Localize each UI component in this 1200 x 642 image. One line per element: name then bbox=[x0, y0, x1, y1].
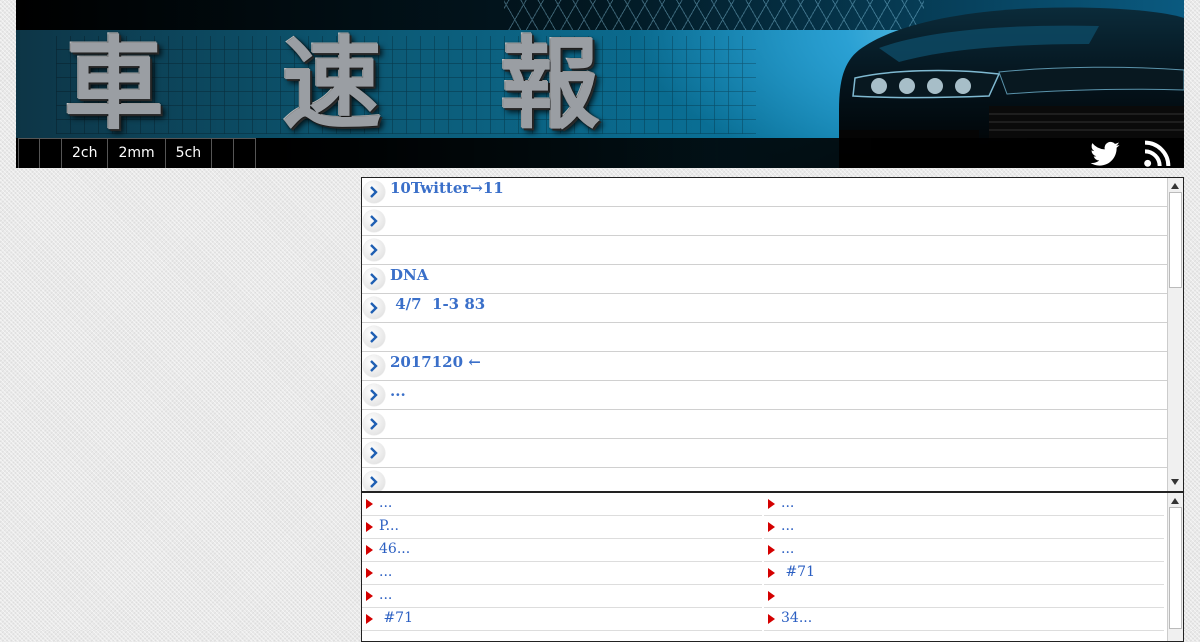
news-item[interactable] bbox=[362, 236, 1168, 265]
red-triangle-icon bbox=[768, 568, 775, 578]
link-item[interactable] bbox=[764, 585, 1164, 608]
red-triangle-icon bbox=[366, 568, 373, 578]
chevron-right-icon bbox=[363, 384, 385, 406]
links-grid: ... ... P... ... 46... ... ... #71 ... #… bbox=[362, 493, 1168, 631]
news-item[interactable] bbox=[362, 439, 1168, 468]
link-text[interactable]: ... bbox=[781, 518, 794, 534]
red-triangle-icon bbox=[768, 614, 775, 624]
nav-tab-2[interactable] bbox=[40, 139, 62, 168]
link-item[interactable]: 46... bbox=[362, 539, 762, 562]
news-item[interactable] bbox=[362, 468, 1168, 491]
red-triangle-icon bbox=[366, 614, 373, 624]
news-item[interactable]: 2017120 ← bbox=[362, 352, 1168, 381]
link-item[interactable]: ... bbox=[362, 493, 762, 516]
chevron-right-icon bbox=[363, 413, 385, 435]
links-row: 46... ... bbox=[362, 539, 1168, 562]
red-triangle-icon bbox=[768, 545, 775, 555]
red-triangle-icon bbox=[366, 545, 373, 555]
link-text[interactable]: ... bbox=[781, 541, 794, 557]
red-triangle-icon bbox=[366, 522, 373, 532]
scroll-thumb[interactable] bbox=[1169, 192, 1182, 288]
scroll-down-arrow-icon[interactable] bbox=[1171, 479, 1179, 485]
nav-tab-2ch[interactable]: 2ch bbox=[62, 139, 109, 168]
site-banner[interactable]: 車速報 2ch 2mm 5ch bbox=[16, 0, 1184, 168]
link-item[interactable]: ... bbox=[362, 585, 762, 608]
red-triangle-icon bbox=[366, 499, 373, 509]
news-item[interactable] bbox=[362, 410, 1168, 439]
twitter-icon[interactable] bbox=[1088, 138, 1122, 170]
nav-tabs: 2ch 2mm 5ch bbox=[18, 138, 257, 168]
link-item[interactable]: #71 bbox=[764, 562, 1164, 585]
news-item[interactable] bbox=[362, 323, 1168, 352]
nav-tab-1[interactable] bbox=[18, 139, 40, 168]
news-title[interactable]: 2017120 ← bbox=[390, 352, 481, 373]
chevron-right-icon bbox=[363, 297, 385, 319]
link-text[interactable]: P... bbox=[379, 518, 399, 534]
nav-bar: 2ch 2mm 5ch bbox=[16, 138, 1184, 168]
link-item[interactable]: #71 bbox=[362, 608, 762, 631]
red-triangle-icon bbox=[768, 591, 775, 601]
scroll-up-arrow-icon[interactable] bbox=[1171, 498, 1179, 504]
link-item[interactable]: P... bbox=[362, 516, 762, 539]
chevron-right-icon bbox=[363, 210, 385, 232]
scroll-thumb[interactable] bbox=[1169, 507, 1182, 629]
chevron-right-icon bbox=[363, 268, 385, 290]
scroll-up-arrow-icon[interactable] bbox=[1171, 183, 1179, 189]
link-text[interactable]: 34... bbox=[781, 610, 812, 626]
red-triangle-icon bbox=[768, 499, 775, 509]
link-text[interactable]: #71 bbox=[379, 610, 413, 626]
news-item[interactable]: DNA bbox=[362, 265, 1168, 294]
chevron-right-icon bbox=[363, 326, 385, 348]
link-text[interactable]: ... bbox=[379, 564, 392, 580]
news-item[interactable]: ... bbox=[362, 381, 1168, 410]
news-item[interactable]: 4/7 1-3 83 bbox=[362, 294, 1168, 323]
news-title[interactable]: 10Twitter→11 bbox=[390, 178, 504, 199]
link-item[interactable]: ... bbox=[764, 539, 1164, 562]
news-title[interactable]: DNA bbox=[390, 265, 428, 286]
links-row: #71 34... bbox=[362, 608, 1168, 631]
rss-icon[interactable] bbox=[1140, 138, 1174, 170]
nav-tab-6[interactable] bbox=[212, 139, 235, 168]
links-row: ... bbox=[362, 585, 1168, 608]
news-item[interactable]: 10Twitter→11 bbox=[362, 178, 1168, 207]
news-scrollbar[interactable] bbox=[1167, 178, 1183, 491]
chevron-right-icon bbox=[363, 239, 385, 261]
link-item[interactable]: ... bbox=[764, 516, 1164, 539]
link-text[interactable]: #71 bbox=[781, 564, 815, 580]
nav-tab-7[interactable] bbox=[234, 139, 257, 168]
news-list-panel[interactable]: 10Twitter→11 DNA 4/7 1-3 83 2017120 ← ..… bbox=[361, 177, 1184, 492]
nav-tab-5ch[interactable]: 5ch bbox=[166, 139, 213, 168]
related-links-panel[interactable]: ... ... P... ... 46... ... ... #71 ... #… bbox=[361, 492, 1184, 642]
news-item[interactable] bbox=[362, 207, 1168, 236]
link-item[interactable]: ... bbox=[764, 493, 1164, 516]
news-title[interactable]: 4/7 1-3 83 bbox=[390, 294, 485, 315]
site-logo[interactable]: 車速報 bbox=[64, 34, 764, 134]
chevron-right-icon bbox=[363, 442, 385, 464]
links-scrollbar[interactable] bbox=[1167, 493, 1183, 641]
nav-tab-2mm[interactable]: 2mm bbox=[108, 139, 166, 168]
link-text[interactable]: ... bbox=[379, 587, 392, 603]
chevron-right-icon bbox=[363, 355, 385, 377]
link-text[interactable]: ... bbox=[379, 495, 392, 511]
chevron-right-icon bbox=[363, 471, 385, 491]
chevron-right-icon bbox=[363, 181, 385, 203]
links-row: P... ... bbox=[362, 516, 1168, 539]
link-item[interactable]: ... bbox=[362, 562, 762, 585]
news-title[interactable]: ... bbox=[390, 381, 406, 402]
red-triangle-icon bbox=[768, 522, 775, 532]
red-triangle-icon bbox=[366, 591, 373, 601]
link-item[interactable]: 34... bbox=[764, 608, 1164, 631]
link-text[interactable]: ... bbox=[781, 495, 794, 511]
link-text[interactable]: 46... bbox=[379, 541, 410, 557]
links-row: ... ... bbox=[362, 493, 1168, 516]
links-row: ... #71 bbox=[362, 562, 1168, 585]
